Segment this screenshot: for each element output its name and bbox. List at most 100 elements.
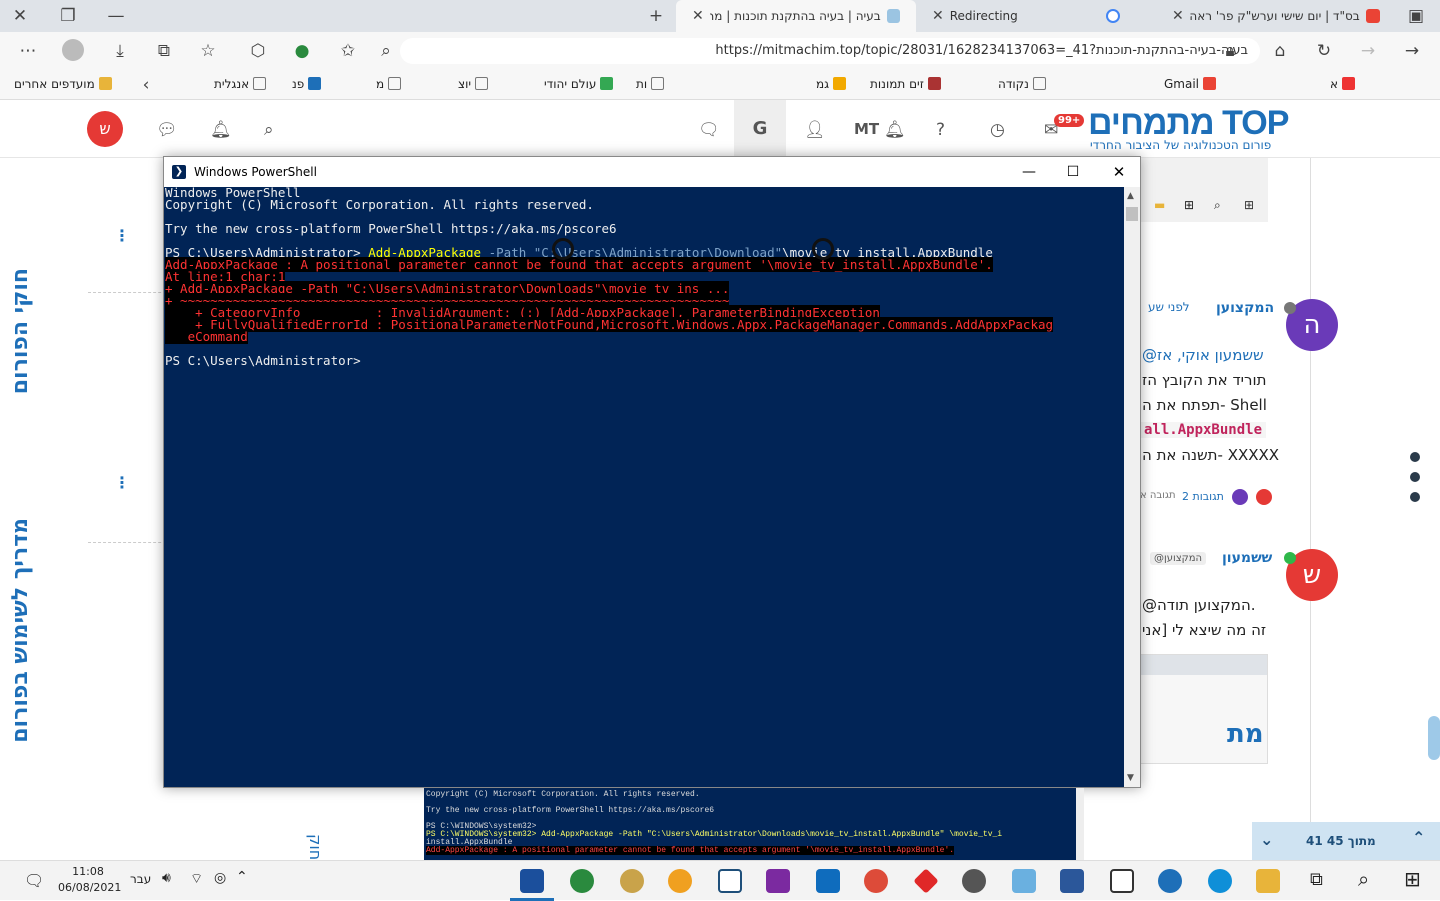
- outlook-icon[interactable]: [816, 869, 840, 893]
- scroll-thumb[interactable]: [1126, 207, 1138, 221]
- bookmark-jewish-world[interactable]: עולם יהודי: [544, 77, 614, 91]
- post-author[interactable]: המקצוען: [1216, 300, 1274, 316]
- word-icon[interactable]: [1060, 869, 1084, 893]
- chevron-up-double-icon[interactable]: ⌃: [1412, 828, 1425, 847]
- reply-to-badge[interactable]: @המקצוען: [1150, 552, 1207, 565]
- flash-app-icon[interactable]: [668, 869, 692, 893]
- tray-expand-icon[interactable]: ⌃: [236, 869, 248, 885]
- tab-forum[interactable]: ✕ בעיה | בעיה בהתקנת תוכנות | מר: [676, 0, 916, 32]
- new-tab-icon[interactable]: +: [644, 4, 668, 28]
- wifi-icon[interactable]: ⌔: [190, 870, 203, 888]
- start-windows-icon[interactable]: ⊞: [1404, 867, 1421, 891]
- restore-window-icon[interactable]: ❐: [56, 4, 80, 28]
- powershell-window[interactable]: ❯ Windows PowerShell — ☐ ✕ Windows Power…: [163, 156, 1141, 788]
- close-window-icon[interactable]: ✕: [8, 4, 32, 28]
- chat-app-icon[interactable]: [962, 869, 986, 893]
- post-pager[interactable]: ⌄ 41 מתוך 45 ⌃: [1252, 822, 1440, 860]
- bookmark-gam[interactable]: גמ: [816, 77, 847, 91]
- action-center-icon[interactable]: 🗨︎: [24, 871, 44, 890]
- recent-icon[interactable]: ◷: [990, 120, 1005, 140]
- sidebar-link-rules[interactable]: חוקי הפורום: [8, 268, 33, 394]
- forward-icon[interactable]: →: [1356, 39, 1380, 63]
- lock-icon[interactable]: 🔒︎: [1218, 39, 1242, 63]
- bookmark-m[interactable]: מ: [376, 77, 402, 91]
- close-tab-icon[interactable]: ✕: [692, 8, 704, 24]
- extension-globe-icon[interactable]: ●: [290, 39, 314, 63]
- zoom-icon[interactable]: ⌕: [374, 39, 398, 63]
- bookmark-ot[interactable]: ות: [636, 77, 665, 91]
- collections-icon[interactable]: ⧉: [152, 39, 176, 63]
- replies-count[interactable]: 2 תגובות: [1182, 490, 1224, 503]
- chrome-icon[interactable]: [864, 869, 888, 893]
- file-explorer-icon[interactable]: [1256, 869, 1280, 893]
- add-favorite-icon[interactable]: ✩: [336, 39, 360, 63]
- volume-icon[interactable]: 🔊︎: [162, 870, 171, 886]
- extensions-icon[interactable]: ⬡: [246, 39, 270, 63]
- network-icon[interactable]: ◎: [214, 870, 226, 886]
- close-tab-icon[interactable]: ✕: [1172, 8, 1184, 24]
- downloads-icon[interactable]: ⤓: [108, 39, 132, 63]
- powershell-console[interactable]: Windows PowerShell Copyright (C) Microsof…: [164, 187, 1124, 787]
- keyring-app-icon[interactable]: [620, 869, 644, 893]
- refresh-icon[interactable]: ↻: [1312, 39, 1336, 63]
- more-dot[interactable]: [1410, 492, 1420, 502]
- post-time[interactable]: לפני שע: [1148, 300, 1190, 314]
- sidebar-link-guide[interactable]: מדריך לשימוש בפורום: [8, 518, 33, 743]
- bookmark-a[interactable]: א: [1330, 77, 1356, 91]
- control-panel-icon[interactable]: [1012, 869, 1036, 893]
- task-view-icon[interactable]: ⧉: [1310, 869, 1323, 890]
- bookmark-nekuda[interactable]: נקודה: [998, 77, 1046, 91]
- url-field[interactable]: https://mitmachim.top/topic/28031/162823…: [400, 38, 1260, 64]
- notifications-icon[interactable]: 🔔︎: [210, 120, 232, 140]
- more-dot[interactable]: [1410, 452, 1420, 462]
- chevron-down-double-icon[interactable]: ⌄: [1260, 830, 1273, 849]
- bookmark-p[interactable]: פנ: [292, 77, 322, 91]
- user-avatar[interactable]: ש: [87, 111, 123, 147]
- bookmark-zim-images[interactable]: זים תמונות: [870, 77, 941, 91]
- powershell-titlebar[interactable]: ❯ Windows PowerShell — ☐ ✕: [164, 157, 1140, 187]
- search-icon[interactable]: ⌕: [1358, 867, 1369, 891]
- back-icon[interactable]: →: [1400, 39, 1424, 63]
- tab-gmail[interactable]: ✕ בס"ד | יום שישי וערש"ק פר' ראה: [1156, 0, 1396, 32]
- menu-dots-icon[interactable]: ⋯: [16, 39, 40, 63]
- bookmark-yotz[interactable]: יוצ: [458, 77, 489, 91]
- tab-redirecting[interactable]: ✕ Redirecting: [916, 0, 1156, 32]
- bookmark-english[interactable]: אנגלית: [214, 77, 267, 91]
- messages-icon[interactable]: 🗨︎: [698, 120, 720, 140]
- reply-link[interactable]: תגובה א: [1140, 490, 1176, 501]
- post-menu-icon[interactable]: ⋮: [114, 473, 130, 492]
- bookmark-gmail[interactable]: Gmail: [1164, 77, 1217, 91]
- onenote-icon[interactable]: [766, 869, 790, 893]
- help-icon[interactable]: ?: [936, 120, 945, 140]
- google-icon[interactable]: G: [734, 100, 786, 158]
- edge-icon[interactable]: [1208, 869, 1232, 893]
- close-tab-icon[interactable]: ✕: [932, 8, 944, 24]
- close-icon[interactable]: ✕: [1104, 157, 1134, 187]
- page-scrollbar-thumb[interactable]: [1428, 716, 1440, 760]
- scroll-up-icon[interactable]: ▲: [1127, 191, 1134, 201]
- minimize-icon[interactable]: —: [1014, 157, 1044, 187]
- reader-app-icon[interactable]: [1110, 869, 1134, 893]
- user-icon[interactable]: 👤︎: [804, 120, 826, 140]
- chevron-left-icon[interactable]: ‹: [134, 73, 158, 97]
- window-app-icon[interactable]: [718, 869, 742, 893]
- profile-icon[interactable]: [62, 39, 84, 61]
- maximize-icon[interactable]: ☐: [1058, 157, 1088, 187]
- console-scrollbar[interactable]: ▲ ▼: [1124, 187, 1140, 787]
- more-dot[interactable]: [1410, 472, 1420, 482]
- minimize-window-icon[interactable]: —: [104, 4, 128, 28]
- globe-app-icon[interactable]: [570, 869, 594, 893]
- bookmark-other-favorites[interactable]: מועדפים אחרים: [14, 77, 112, 91]
- search-icon[interactable]: ⌕: [264, 120, 274, 140]
- clock-time[interactable]: 11:08: [58, 865, 118, 878]
- clock-date[interactable]: 06/08/2021: [58, 881, 121, 894]
- bell-icon[interactable]: 🔔︎: [884, 120, 906, 140]
- search-app-icon[interactable]: [1158, 869, 1182, 893]
- post-menu-icon[interactable]: ⋮: [114, 226, 130, 245]
- chat-icon[interactable]: 💬︎: [156, 120, 178, 140]
- language-indicator[interactable]: עבר: [130, 872, 151, 886]
- tab-actions-icon[interactable]: ▣: [1404, 4, 1428, 28]
- scroll-down-icon[interactable]: ▼: [1127, 773, 1134, 783]
- powershell-task-icon[interactable]: [520, 869, 544, 893]
- post-author[interactable]: ששמעון: [1222, 550, 1272, 566]
